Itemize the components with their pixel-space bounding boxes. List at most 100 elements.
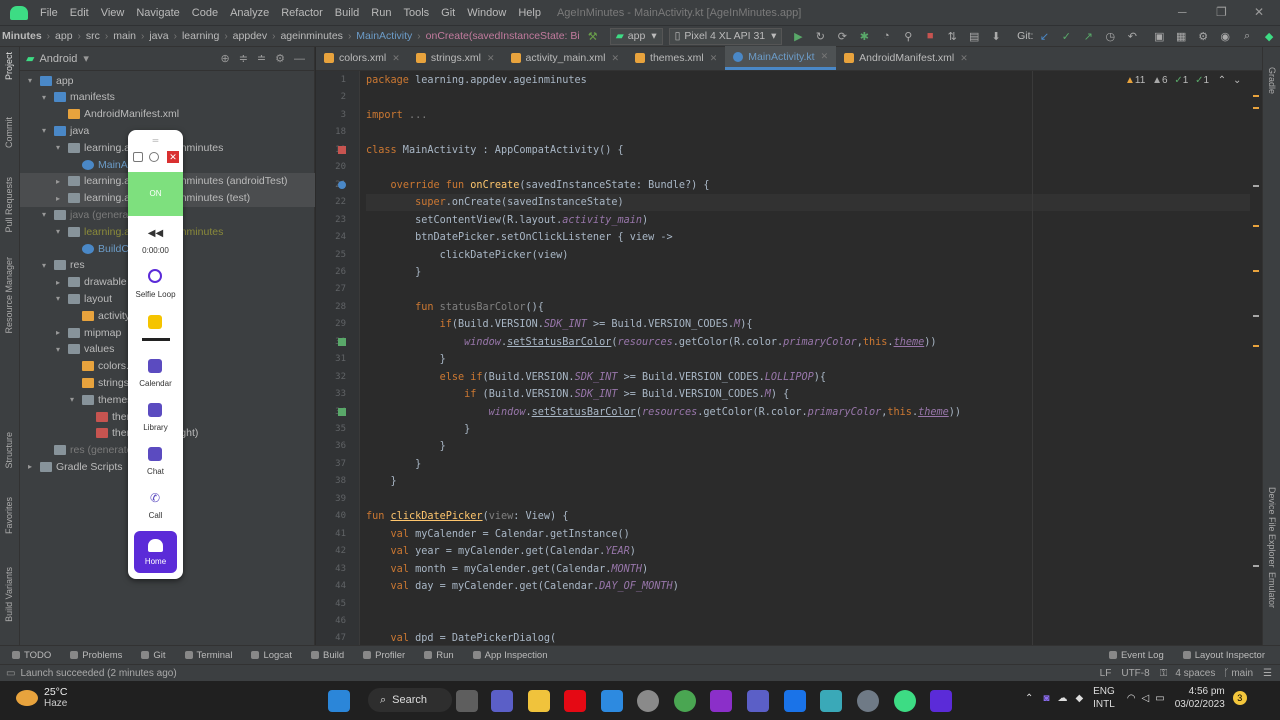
home-button[interactable]: Home <box>134 531 177 573</box>
menu-git[interactable]: Git <box>435 7 461 19</box>
menu-refactor[interactable]: Refactor <box>275 7 329 19</box>
menu-tools[interactable]: Tools <box>397 7 435 19</box>
inspection-widget[interactable]: ▲11 ▲6 ✓1 ✓1 ⌃ ⌄ <box>1125 75 1241 86</box>
menu-view[interactable]: View <box>95 7 131 19</box>
taskbar-search[interactable]: ⌕ Search <box>368 688 452 712</box>
lock-icon[interactable]: ⚿ <box>1160 668 1168 679</box>
debug-icon[interactable]: ✱ <box>856 28 872 44</box>
breadcrumb-item[interactable]: Minutes <box>0 30 44 42</box>
editor-tab[interactable]: colors.xml ✕ <box>316 46 408 70</box>
tree-item[interactable]: ▾ layout <box>56 290 112 307</box>
breadcrumb-item[interactable]: app <box>53 30 75 42</box>
chevron-right-icon[interactable]: ▸ <box>56 328 68 337</box>
indent-setting[interactable]: 4 spaces <box>1175 668 1215 679</box>
menu-build[interactable]: Build <box>329 7 365 19</box>
tray-app-icon[interactable]: ◙ <box>1043 693 1049 704</box>
refresh-icon[interactable] <box>149 152 159 162</box>
tree-item[interactable]: ▾ manifests <box>42 89 115 106</box>
close-tab-icon[interactable]: ✕ <box>960 53 968 64</box>
android-studio-taskbar-icon[interactable] <box>894 690 916 712</box>
dropbox-icon[interactable]: ◆ <box>1075 693 1083 704</box>
wifi-icon[interactable]: ◠ <box>1127 693 1136 704</box>
vscode-icon[interactable] <box>601 690 623 712</box>
breadcrumb-item[interactable]: learning <box>180 30 221 42</box>
tool-window-structure[interactable]: Structure <box>4 432 14 469</box>
volume-icon[interactable]: ◁ <box>1142 693 1150 704</box>
phone-icon[interactable]: ✆ <box>148 491 162 505</box>
notification-badge[interactable]: 3 <box>1232 691 1247 705</box>
close-tab-icon[interactable]: ✕ <box>710 53 718 64</box>
file-encoding[interactable]: UTF-8 <box>1121 668 1149 679</box>
netflix-icon[interactable] <box>564 690 586 712</box>
editor-tab[interactable]: activity_main.xml ✕ <box>503 46 627 70</box>
menu-run[interactable]: Run <box>365 7 397 19</box>
tool-problems[interactable]: Problems <box>70 650 129 661</box>
selfie-loop-label[interactable]: Selfie Loop <box>128 290 183 299</box>
language-indicator[interactable]: ENG INTL <box>1093 685 1115 711</box>
tree-item[interactable]: ▾ res <box>42 257 85 274</box>
task-view-icon[interactable] <box>456 690 478 712</box>
tool-window-resource-manager[interactable]: Resource Manager <box>4 257 14 334</box>
attach-debugger-icon[interactable]: ⚲ <box>900 28 916 44</box>
sdk-manager-icon[interactable]: ⬇ <box>988 28 1004 44</box>
library-label[interactable]: Library <box>128 423 183 432</box>
chevron-down-icon[interactable]: ▾ <box>42 210 54 219</box>
git-push-icon[interactable]: ↗ <box>1080 28 1096 44</box>
menu-help[interactable]: Help <box>512 7 547 19</box>
tool-todo[interactable]: TODO <box>12 650 58 661</box>
rewind-icon[interactable]: ◀◀ <box>128 228 183 239</box>
tree-item[interactable]: ▸ drawable <box>56 274 127 291</box>
profile-avatar-icon[interactable]: ◉ <box>1217 28 1233 44</box>
error-stripe[interactable] <box>1253 95 1259 575</box>
tool-window-favorites[interactable]: Favorites <box>4 497 14 534</box>
breadcrumb-item[interactable]: onCreate(savedInstanceState: Bi <box>424 30 582 42</box>
chevron-down-icon[interactable]: ▾ <box>56 227 68 236</box>
hammer-icon[interactable]: ⚒ <box>585 28 601 44</box>
tool-window-commit[interactable]: Commit <box>4 117 14 148</box>
menu-navigate[interactable]: Navigate <box>130 7 185 19</box>
breadcrumb-item[interactable]: ageinminutes <box>278 30 344 42</box>
chevron-down-icon[interactable]: ▾ <box>70 395 82 404</box>
tool-window-build-variants[interactable]: Build Variants <box>4 567 14 622</box>
chevron-right-icon[interactable]: ▸ <box>28 462 40 471</box>
close-icon[interactable]: ✕ <box>167 151 179 163</box>
calendar-label[interactable]: Calendar <box>128 379 183 388</box>
line-separator[interactable]: LF <box>1100 668 1112 679</box>
clock[interactable]: 4:56 pm 03/02/2023 <box>1175 685 1225 711</box>
tool-window-pull-requests[interactable]: Pull Requests <box>4 177 14 233</box>
snipping-tool-icon[interactable] <box>820 690 842 712</box>
tool-window-gradle[interactable]: Gradle <box>1267 67 1277 94</box>
tool-run[interactable]: Run <box>424 650 460 661</box>
calendar-icon[interactable] <box>148 359 162 373</box>
menu-file[interactable]: File <box>34 7 64 19</box>
change-marker-icon[interactable] <box>338 337 346 346</box>
tool-window-project[interactable]: Project <box>4 52 14 80</box>
rollback-icon[interactable]: ↶ <box>1124 28 1140 44</box>
panel-actions[interactable]: ⊕≑≐⚙— <box>220 52 314 65</box>
chevron-right-icon[interactable]: ▸ <box>56 177 68 186</box>
drag-handle-icon[interactable]: ═ <box>128 136 183 145</box>
chevron-down-icon[interactable]: ▾ <box>56 294 68 303</box>
close-tab-icon[interactable]: ✕ <box>611 53 619 64</box>
selfie-loop-icon[interactable] <box>148 269 162 283</box>
menu-code[interactable]: Code <box>186 7 224 19</box>
stop-icon[interactable]: ■ <box>922 28 938 44</box>
intellij-icon[interactable] <box>710 690 732 712</box>
tool-app-inspection[interactable]: App Inspection <box>472 650 555 661</box>
device-manager-icon[interactable]: ▣ <box>1151 28 1167 44</box>
chevron-down-icon[interactable]: ▾ <box>42 126 54 135</box>
tree-item[interactable]: ▾ java <box>42 122 89 139</box>
chrome-icon[interactable] <box>674 690 696 712</box>
tool-profiler[interactable]: Profiler <box>363 650 412 661</box>
notifications-icon[interactable]: ☰ <box>1263 668 1272 679</box>
recording-toggle[interactable]: ON <box>128 172 183 216</box>
minimize-icon[interactable]: ─ <box>1178 5 1187 19</box>
search-icon[interactable]: ⌕ <box>1239 28 1255 44</box>
chevron-up-icon[interactable]: ⌃ <box>1218 75 1226 86</box>
breadcrumb-item[interactable]: appdev <box>231 30 269 42</box>
maximize-icon[interactable]: ❐ <box>1216 5 1227 19</box>
screen-recorder-icon[interactable] <box>930 690 952 712</box>
teams-icon[interactable] <box>747 690 769 712</box>
chevron-down-icon[interactable]: ▾ <box>42 93 54 102</box>
override-marker-icon[interactable] <box>338 180 346 189</box>
